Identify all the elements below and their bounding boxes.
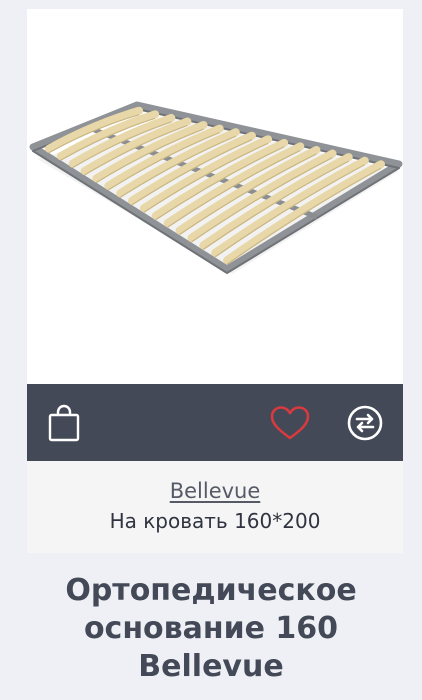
add-to-favorites-button[interactable] [263, 384, 317, 461]
product-image[interactable] [27, 9, 403, 384]
compare-button[interactable] [343, 384, 387, 461]
shopping-bag-icon [48, 404, 80, 441]
brand-link[interactable]: Bellevue [170, 479, 261, 503]
product-title: Ортопедическое основание 160 Bellevue [0, 572, 422, 686]
compare-arrows-icon [347, 405, 383, 440]
heart-icon [270, 405, 310, 439]
product-info: Bellevue На кровать 160*200 [27, 461, 403, 553]
product-action-bar [27, 384, 403, 461]
product-card: Bellevue На кровать 160*200 [27, 9, 403, 553]
size-label: На кровать 160*200 [109, 509, 321, 533]
product-title-line-1: Ортопедическое [65, 573, 357, 608]
slatted-bed-base-illustration [29, 101, 403, 274]
product-title-line-2: основание 160 [83, 611, 339, 646]
add-to-cart-button[interactable] [41, 384, 87, 461]
product-title-line-3: Bellevue [138, 649, 284, 684]
